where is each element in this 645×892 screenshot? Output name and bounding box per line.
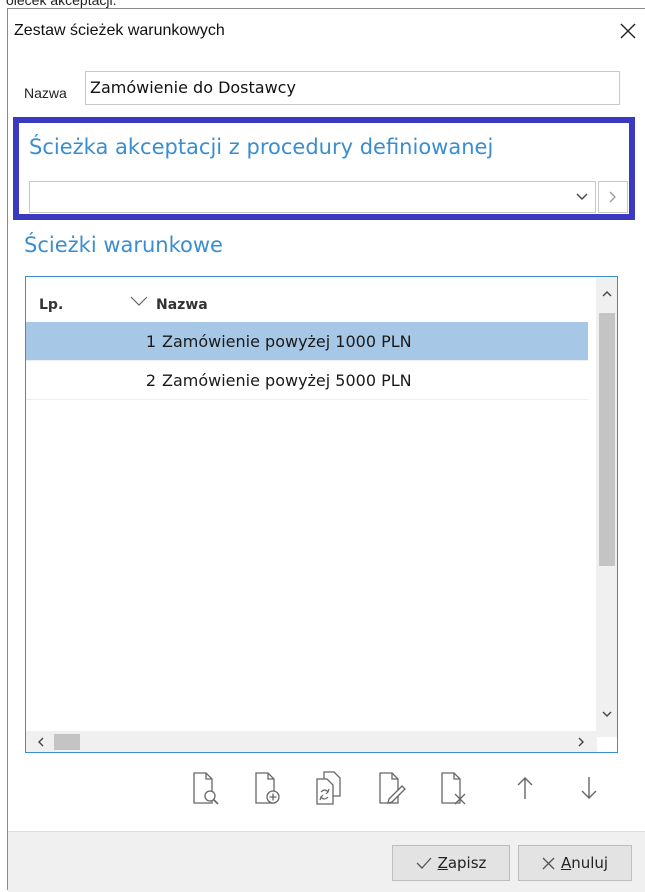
dialog-window: Zestaw ścieżek warunkowych Nazwa Zamówie… [7,8,645,892]
combo-open-button[interactable] [598,181,628,213]
table-row[interactable]: 1 Zamówienie powyżej 1000 PLN [26,322,588,361]
copy-button[interactable] [307,764,351,812]
move-down-icon [581,777,597,799]
add-document-icon [255,772,280,804]
row-lp: 1 [145,332,156,351]
name-label: Nazwa [24,85,67,101]
acceptance-path-title: Ścieżka akceptacji z procedury definiowa… [29,135,494,159]
close-button[interactable] [611,15,645,47]
scroll-down-button[interactable] [596,704,617,724]
add-button[interactable] [245,764,289,812]
save-button-label: Zapisz [438,854,487,872]
save-accelerator: Z [437,854,448,872]
chevron-down-icon [576,193,588,200]
copy-document-icon [316,771,341,805]
cancel-x-icon [542,857,555,869]
table-row[interactable]: 2 Zamówienie powyżej 5000 PLN [26,361,588,400]
sort-descending-icon [130,296,148,306]
horizontal-scroll-thumb[interactable] [54,734,80,750]
scroll-left-button[interactable] [30,731,50,752]
conditional-paths-grid: Lp. Nazwa 1 Zamówienie powyżej 1000 PLN … [25,276,618,753]
combo-dropdown-button[interactable] [569,182,595,212]
move-down-button[interactable] [567,764,611,812]
clipped-caption-text: oiecek akceptacji. [6,0,117,8]
scroll-right-button[interactable] [571,731,591,752]
vertical-scrollbar[interactable] [596,277,617,737]
delete-button[interactable] [431,764,475,812]
column-header-lp[interactable]: Lp. [39,297,63,313]
scroll-up-button[interactable] [596,283,617,303]
cancel-label-rest: nuluj [571,854,609,872]
cancel-button-label: Anuluj [561,854,608,872]
chevron-down-icon [602,711,611,717]
acceptance-path-section: Ścieżka akceptacji z procedury definiowa… [13,117,635,220]
vertical-scroll-thumb[interactable] [599,313,615,566]
horizontal-scrollbar[interactable] [26,731,597,752]
name-input[interactable]: Zamówienie do Dostawcy [85,71,620,105]
dialog-title: Zestaw ścieżek warunkowych [14,22,225,39]
preview-button[interactable] [183,764,227,812]
save-label-rest: apisz [447,854,487,872]
grid-header: Lp. Nazwa [26,277,617,322]
preview-document-icon [193,772,219,805]
title-bar: Zestaw ścieżek warunkowych [8,9,645,53]
cancel-accelerator: A [560,854,572,872]
cancel-button[interactable]: Anuluj [518,845,632,881]
acceptance-path-combo[interactable] [29,181,596,213]
checkmark-icon [416,857,432,869]
edit-button[interactable] [369,764,413,812]
row-name: Zamówienie powyżej 1000 PLN [162,332,412,351]
chevron-right-icon [609,191,616,203]
move-up-icon [517,777,533,799]
save-button[interactable]: Zapisz [392,845,510,881]
chevron-left-icon [37,737,43,746]
move-up-button[interactable] [503,764,547,812]
conditional-paths-title: Ścieżki warunkowe [24,233,223,257]
row-lp: 2 [145,371,156,390]
chevron-up-icon [602,290,611,296]
edit-document-icon [379,772,406,804]
grid-toolbar [183,764,613,814]
delete-document-icon [441,772,466,805]
dialog-footer: Zapisz Anuluj [8,831,645,892]
close-icon [620,23,636,39]
chevron-right-icon [578,737,584,746]
row-name: Zamówienie powyżej 5000 PLN [162,371,412,390]
column-header-nazwa[interactable]: Nazwa [156,297,208,313]
